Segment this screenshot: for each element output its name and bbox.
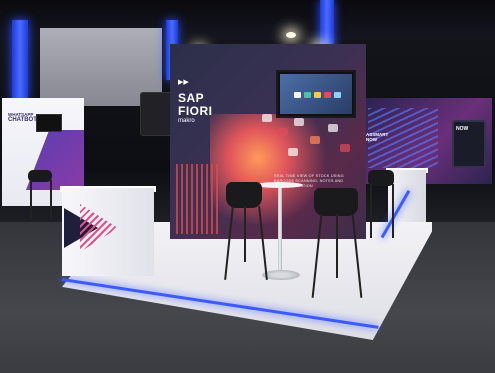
stool-seat [314, 188, 358, 216]
bar-stool-left [222, 182, 270, 282]
exhibition-scene: WHATSAPP CHATBOT ASSMART NOW NOW ▶▶ SAP … [0, 0, 495, 373]
bar-stool-far-right [368, 170, 396, 240]
app-tile-icon [334, 92, 341, 98]
table-stem [278, 186, 282, 274]
app-tile-icon [324, 92, 331, 98]
stool-leg [336, 214, 338, 278]
blue-pillar-left [12, 20, 28, 100]
floating-tile [278, 128, 288, 136]
wall-title: SAP FIORI makro [178, 92, 213, 125]
app-tile-icon [294, 92, 301, 98]
app-tile-icon [304, 92, 311, 98]
bar-stool-left-booth [28, 170, 56, 220]
spotlight-3 [286, 32, 296, 38]
floating-tile [288, 148, 298, 156]
right-booth-text: ASSMART NOW [366, 132, 388, 142]
right-booth-line2: NOW [366, 137, 377, 142]
wall-monitor [276, 70, 356, 118]
floating-tile [310, 136, 320, 144]
double-chevron-icon: ▶▶ [178, 79, 189, 86]
stool-seat [226, 182, 262, 208]
monitor-screen [280, 74, 352, 114]
speaker [140, 92, 172, 136]
stool-leg [311, 214, 323, 298]
stool-leg [392, 184, 394, 238]
right-booth-screen: NOW [452, 120, 486, 168]
stool-leg [224, 206, 234, 280]
brand-logo: makro [178, 118, 195, 124]
floating-tile [294, 118, 304, 126]
left-booth-monitor [36, 114, 62, 132]
blue-pillar-right [320, 0, 334, 48]
stool-leg [351, 214, 363, 298]
floating-tile [328, 124, 338, 132]
stool-leg [370, 184, 372, 238]
stool-leg [30, 180, 32, 218]
app-tile-icon [314, 92, 321, 98]
stool-leg [258, 206, 268, 280]
floating-tile [262, 114, 272, 122]
right-screen-text: NOW [456, 126, 469, 132]
bar-stool-right [310, 188, 364, 300]
floating-tile [340, 144, 350, 152]
stool-leg [50, 180, 52, 218]
wall-title-line2: FIORI [178, 104, 213, 118]
stool-leg [244, 206, 246, 262]
wall-stripes [176, 164, 220, 234]
